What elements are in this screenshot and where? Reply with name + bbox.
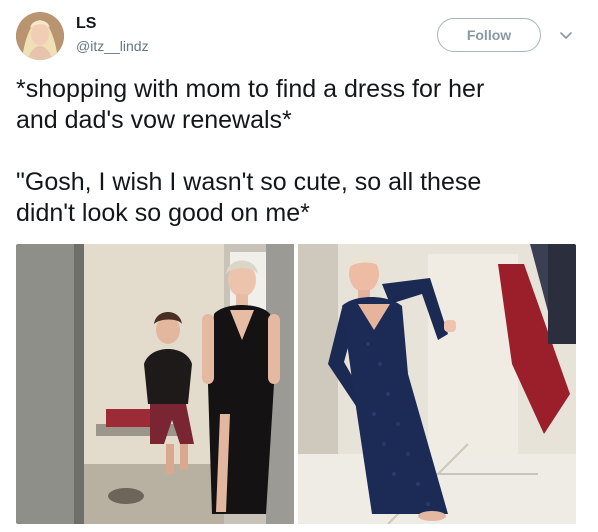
author-display-name[interactable]: LS — [76, 15, 96, 33]
media-photo-navy-dress[interactable] — [298, 244, 576, 524]
tweet-text-line: and dad's vow renewals* — [16, 106, 292, 134]
tweet-text-line: "Gosh, I wish I wasn't so cute, so all t… — [16, 168, 482, 196]
tweet-text-line: *shopping with mom to find a dress for h… — [16, 75, 485, 103]
follow-button[interactable]: Follow — [437, 18, 541, 52]
media-photo-black-dress[interactable] — [16, 244, 294, 524]
avatar[interactable] — [16, 12, 64, 60]
tweet-media — [16, 244, 576, 524]
author-handle[interactable]: @itz__lindz — [76, 38, 149, 54]
tweet-text-line: didn't look so good on me* — [16, 199, 310, 227]
chevron-down-icon[interactable] — [558, 27, 574, 43]
tweet-text: *shopping with mom to find a dress for h… — [16, 74, 576, 229]
